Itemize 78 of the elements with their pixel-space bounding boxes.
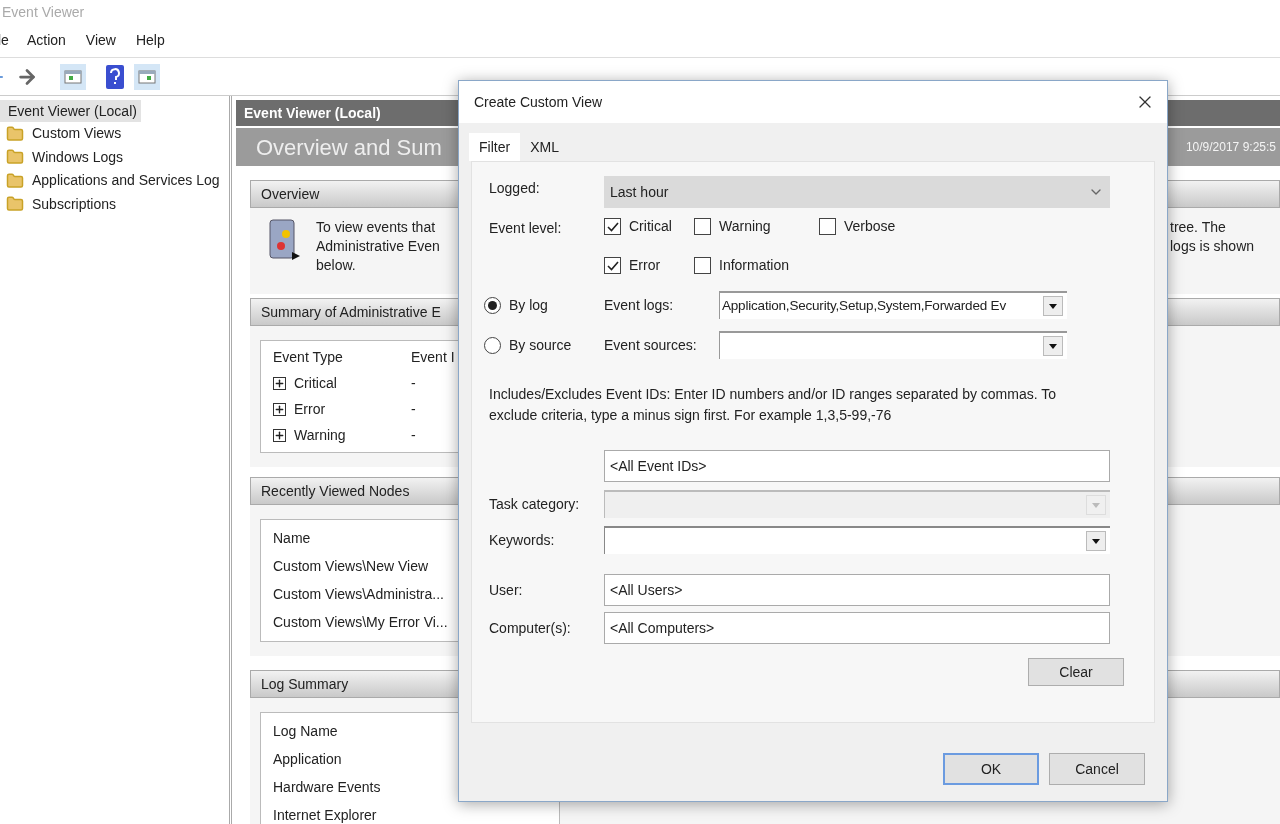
overview-text: tree. The bbox=[1170, 218, 1227, 237]
table-cell-text: Error bbox=[294, 400, 327, 419]
checkbox-label: Warning bbox=[719, 217, 771, 236]
dialog-button[interactable]: Cancel bbox=[1049, 753, 1145, 785]
dialog-button[interactable]: OK bbox=[943, 753, 1039, 785]
combo-field[interactable]: Application,Security,Setup,System,Forwarded Ev bbox=[719, 291, 1067, 319]
event-log-icon bbox=[266, 218, 302, 262]
table-cell-text: Application bbox=[273, 750, 342, 769]
field-label: Keywords: bbox=[489, 530, 556, 550]
combo-field[interactable] bbox=[604, 526, 1110, 554]
column-header: Name bbox=[273, 529, 311, 548]
table-cell-text: - bbox=[411, 426, 416, 445]
tree-item[interactable]: Applications and Services Log bbox=[32, 170, 220, 192]
field-label: Logged: bbox=[489, 179, 541, 198]
table-cell-text: Internet Explorer bbox=[273, 806, 377, 824]
table-cell-text: Critical bbox=[294, 374, 338, 393]
overview-text: To view events that bbox=[316, 218, 437, 237]
window-title: Event Viewer bbox=[1, 3, 86, 22]
radio-button[interactable] bbox=[484, 296, 501, 314]
event-ids-hint: Includes/Excludes Event IDs: Enter ID numbers and/or ID ranges separated by commas. To exclude criteria, type a minus sign first. For example 1,3,5-99,-76 bbox=[489, 385, 1057, 425]
table-cell-text: Hardware Events bbox=[273, 778, 381, 797]
field-label: Event logs: bbox=[604, 295, 675, 315]
table-cell-text: - bbox=[411, 374, 416, 393]
event-ids-field[interactable]: <All Event IDs> bbox=[604, 450, 1110, 482]
checkbox-label: Verbose bbox=[844, 217, 896, 236]
checkbox-label: Information bbox=[719, 256, 790, 275]
tab[interactable]: Filter bbox=[469, 133, 521, 161]
expand-icon[interactable] bbox=[273, 377, 286, 390]
radio-label: By source bbox=[509, 335, 572, 355]
field-label: Event sources: bbox=[604, 335, 698, 355]
table-cell-text: - bbox=[411, 400, 416, 419]
folder-icon bbox=[6, 171, 24, 190]
overview-text: logs is shown bbox=[1170, 237, 1256, 256]
clear-button[interactable]: Clear bbox=[1028, 658, 1124, 686]
tree-item[interactable]: Windows Logs bbox=[32, 146, 124, 168]
table-cell-text: Custom Views\My Error Vi... bbox=[273, 613, 448, 632]
action-pane-icon[interactable] bbox=[134, 63, 160, 90]
help-icon[interactable] bbox=[106, 64, 124, 89]
menu-item[interactable]: Action bbox=[26, 30, 66, 51]
console-tree-icon[interactable] bbox=[60, 63, 86, 90]
folder-icon bbox=[6, 124, 24, 143]
combo-field[interactable] bbox=[719, 331, 1067, 359]
column-header: Event Type bbox=[273, 348, 344, 367]
folder-icon bbox=[6, 195, 24, 214]
expand-icon[interactable] bbox=[273, 403, 286, 416]
checkbox[interactable] bbox=[604, 218, 621, 235]
tree-item[interactable]: Event Viewer (Local) bbox=[0, 100, 141, 122]
checkbox-label: Critical bbox=[629, 217, 672, 236]
banner-title: Overview and Sum bbox=[256, 133, 442, 162]
table-cell-text: Custom Views\Administra... bbox=[273, 585, 444, 604]
checkbox[interactable] bbox=[694, 218, 711, 235]
checkbox[interactable] bbox=[819, 218, 836, 235]
tab[interactable]: XML bbox=[520, 133, 569, 161]
checkbox[interactable] bbox=[694, 257, 711, 274]
column-header: Log Name bbox=[273, 722, 338, 741]
radio-label: By log bbox=[509, 295, 548, 315]
expand-icon[interactable] bbox=[273, 429, 286, 442]
overview-text: Administrative Even bbox=[316, 237, 440, 256]
table-cell-text: Custom Views\New View bbox=[273, 557, 429, 576]
checkbox-label: Error bbox=[629, 256, 661, 275]
text-field[interactable]: <All Computers> bbox=[604, 612, 1110, 644]
field-label: User: bbox=[489, 580, 524, 600]
field-label: Computer(s): bbox=[489, 618, 572, 638]
tree-item[interactable]: Custom Views bbox=[32, 123, 122, 145]
field-label: Task category: bbox=[489, 494, 581, 514]
menu-item[interactable]: View bbox=[85, 30, 116, 51]
folder-icon bbox=[6, 148, 24, 167]
logged-dropdown[interactable]: Last hour bbox=[604, 176, 1110, 208]
table-cell-text: Warning bbox=[294, 426, 347, 445]
field-label: Event level: bbox=[489, 219, 563, 238]
banner-date: 10/9/2017 9:25:5 bbox=[1185, 139, 1276, 156]
text-field[interactable]: <All Users> bbox=[604, 574, 1110, 606]
menu-item[interactable]: Help bbox=[135, 30, 165, 51]
tree-item[interactable]: Subscriptions bbox=[32, 193, 117, 215]
column-header: Event I bbox=[411, 348, 455, 367]
checkbox[interactable] bbox=[604, 257, 621, 274]
overview-text: below. bbox=[316, 256, 357, 275]
radio-button[interactable] bbox=[484, 336, 501, 354]
